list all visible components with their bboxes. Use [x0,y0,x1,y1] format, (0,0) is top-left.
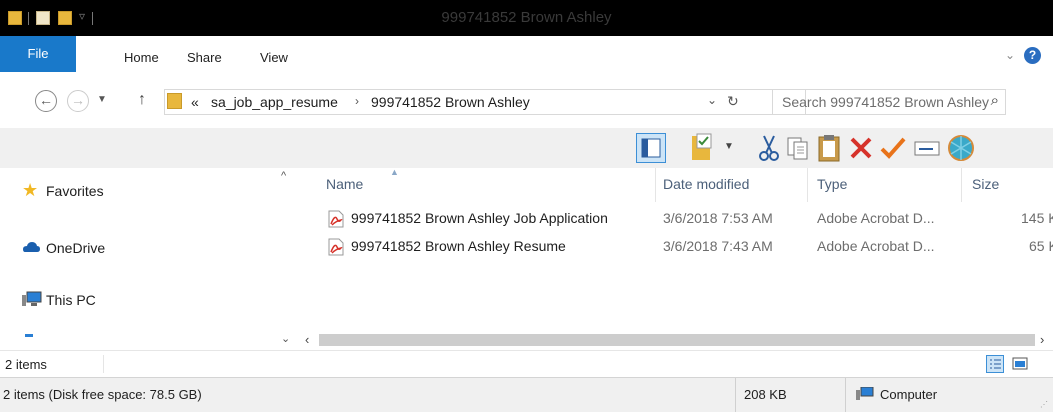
star-icon: ★ [22,180,39,200]
search-box[interactable]: Search 999741852 Brown Ashley ⌕ [772,89,1006,115]
scroll-left-icon[interactable]: ‹ [305,332,309,347]
forward-icon[interactable]: → [67,90,89,112]
divider [103,355,104,373]
breadcrumb-separator[interactable]: › [355,94,359,108]
file-date: 3/6/2018 7:53 AM [663,210,773,226]
tab-view[interactable]: View [260,36,288,80]
ribbon: Home Share View [0,36,1053,81]
file-type: Adobe Acrobat D... [817,210,935,226]
file-date: 3/6/2018 7:43 AM [663,238,773,254]
horizontal-scrollbar[interactable]: ‹ › [299,330,1053,350]
file-name[interactable]: 999741852 Brown Ashley Job Application [351,210,608,226]
pdf-icon [328,210,344,228]
tab-file[interactable]: File [0,36,76,72]
properties-icon[interactable] [688,133,718,163]
column-divider[interactable] [807,168,808,202]
nav-item-favorites[interactable]: Favorites [46,183,104,199]
back-icon[interactable]: ← [35,90,57,112]
resize-grip-icon[interactable]: ⋰ [1040,400,1048,409]
preview-pane-icon[interactable] [636,133,666,163]
scroll-down-icon[interactable]: ⌄ [281,332,290,345]
scrollbar-thumb[interactable] [319,334,1035,346]
file-row[interactable]: 999741852 Brown Ashley Job Application 3… [308,208,1053,230]
column-header-type[interactable]: Type [817,176,847,192]
location-zone: Computer [880,387,938,402]
search-icon: ⌕ [990,92,999,109]
rename-icon[interactable] [912,133,942,163]
column-header-date[interactable]: Date modified [663,176,749,192]
search-input[interactable]: Search 999741852 Brown Ashley [782,94,989,110]
address-bar[interactable]: « sa_job_app_resume › 999741852 Brown As… [164,89,806,115]
shell-icon[interactable] [946,133,976,163]
address-dropdown-icon[interactable]: ⌄ [707,93,717,107]
selection-size: 208 KB [744,387,787,402]
breadcrumb-segment[interactable]: 999741852 Brown Ashley [371,94,530,110]
divider [845,378,846,412]
help-icon[interactable]: ? [1024,47,1041,64]
copy-icon[interactable] [783,133,813,163]
scroll-up-icon[interactable]: ^ [281,170,286,182]
file-row[interactable]: 999741852 Brown Ashley Resume 3/6/2018 7… [308,236,1053,258]
item-count: 2 items [5,357,47,372]
sort-ascending-icon: ▲ [390,167,399,177]
folder-icon [167,93,182,109]
delete-icon[interactable] [846,133,876,163]
nav-item-onedrive[interactable]: OneDrive [46,240,105,256]
paste-icon[interactable] [814,133,844,163]
breadcrumb-segment[interactable]: sa_job_app_resume [211,94,338,110]
network-icon [25,334,33,337]
details-status-bar: 2 items (Disk free space: 78.5 GB) 208 K… [0,377,1053,412]
scroll-right-icon[interactable]: › [1040,332,1044,347]
divider [735,378,736,412]
cloud-icon [22,240,40,256]
file-name[interactable]: 999741852 Brown Ashley Resume [351,238,566,254]
computer-icon [22,291,42,307]
refresh-icon[interactable]: ↻ [727,93,739,110]
file-size: 65 K [1029,238,1053,254]
file-size: 145 K [1021,210,1053,226]
computer-icon [856,386,874,404]
status-bar: 2 items [0,350,1053,378]
tab-share[interactable]: Share [187,36,222,80]
address-overflow[interactable]: « [191,94,199,110]
column-divider[interactable] [961,168,962,202]
recent-locations-icon[interactable]: ▼ [97,94,107,105]
collapse-ribbon-icon[interactable]: ⌄ [1005,48,1015,62]
column-header-size[interactable]: Size [972,176,999,192]
large-icons-view-icon[interactable] [1011,355,1029,373]
navigation-pane: ^ ⌄ ★ Favorites OneDrive This PC [0,168,299,368]
window-title: 999741852 Brown Ashley [441,9,612,26]
properties-dropdown-icon[interactable]: ▼ [724,141,734,152]
details-view-icon[interactable] [986,355,1004,373]
checkmark-icon[interactable] [878,133,908,163]
column-header-name[interactable]: Name [326,176,363,192]
title-bar: ▿ 999741852 Brown Ashley [0,0,1053,36]
pdf-icon [328,238,344,256]
file-type: Adobe Acrobat D... [817,238,935,254]
tab-home[interactable]: Home [124,36,159,80]
column-divider[interactable] [655,168,656,202]
disk-space-text: 2 items (Disk free space: 78.5 GB) [3,387,202,402]
up-icon[interactable]: ↑ [138,91,146,109]
nav-item-this-pc[interactable]: This PC [46,292,96,308]
cut-icon[interactable] [754,133,784,163]
